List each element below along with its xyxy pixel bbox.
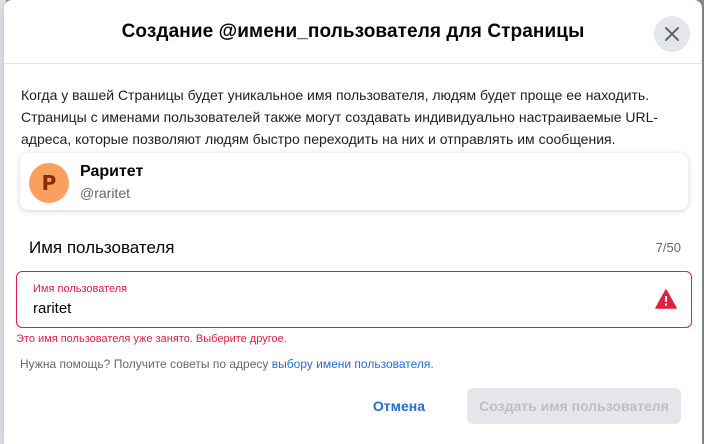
dialog-header: Создание @имени_пользователя для Страниц…: [4, 0, 702, 64]
warning-icon: [655, 289, 677, 309]
close-icon: [665, 27, 679, 41]
username-field-label: Имя пользователя: [33, 283, 128, 295]
page-handle: @raritet: [80, 185, 130, 201]
dialog-description: Когда у вашей Страницы будет уникальное …: [21, 87, 659, 147]
dialog-footer: Отмена Создать имя пользователя: [349, 388, 681, 424]
dialog-title: Создание @имени_пользователя для Страниц…: [121, 20, 585, 42]
help-text: Нужна помощь? Получите советы по адресу …: [20, 357, 434, 371]
close-button[interactable]: [654, 16, 690, 52]
page-preview-card: P Раритет @raritet: [20, 153, 688, 210]
create-username-dialog: Создание @имени_пользователя для Страниц…: [4, 0, 702, 444]
avatar: P: [29, 163, 69, 203]
cancel-button[interactable]: Отмена: [349, 388, 449, 424]
username-section-label: Имя пользователя: [29, 238, 175, 257]
create-username-button[interactable]: Создать имя пользователя: [467, 388, 681, 424]
char-counter: 7/50: [655, 240, 681, 255]
username-field[interactable]: Имя пользователя: [16, 271, 692, 328]
username-input[interactable]: [33, 300, 593, 317]
help-suffix: .: [430, 357, 434, 371]
error-message: Это имя пользователя уже занято. Выберит…: [16, 333, 287, 345]
help-link[interactable]: выбору имени пользователя: [272, 357, 431, 371]
page-name: Раритет: [80, 163, 144, 180]
help-prefix: Нужна помощь? Получите советы по адресу: [20, 357, 272, 371]
